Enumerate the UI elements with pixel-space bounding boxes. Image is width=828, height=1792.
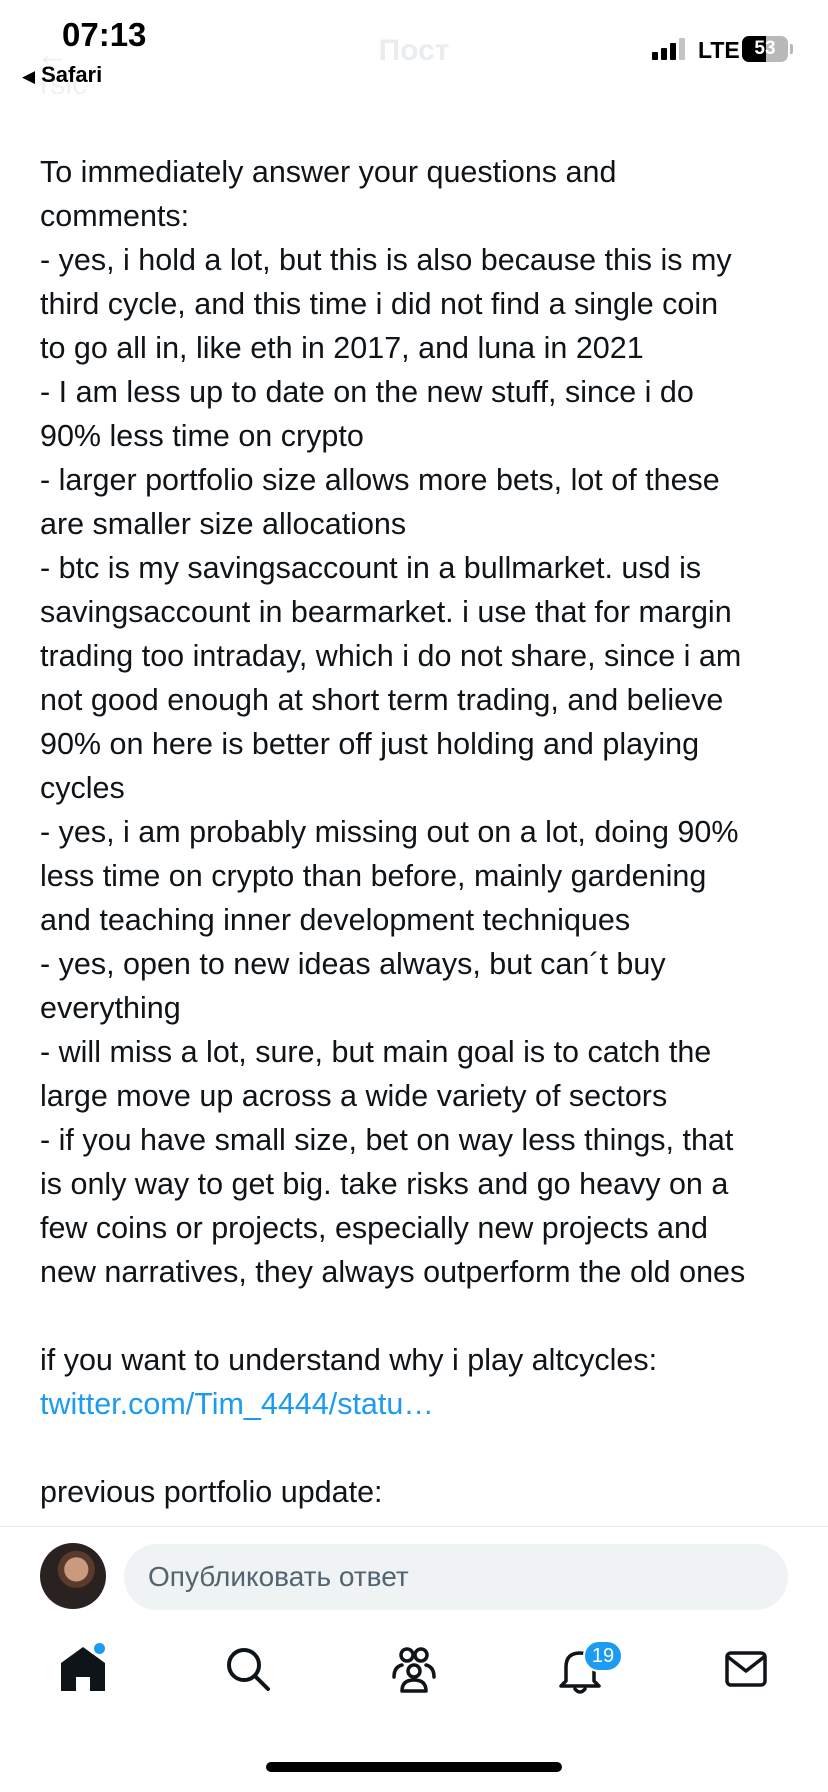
tweet-line: - yes, i am probably missing out on a lo… (40, 815, 739, 849)
tweet-line: cycles (40, 771, 125, 805)
tweet-line: less time on crypto than before, mainly … (40, 859, 707, 893)
back-to-app-link[interactable]: ◀ Safari (22, 62, 102, 88)
network-label: LTE (698, 37, 740, 63)
status-time: 07:13 (62, 16, 147, 53)
tab-communities[interactable] (386, 1641, 442, 1697)
battery-percent: 53 (754, 38, 776, 59)
tweet-line: - larger portfolio size allows more bets… (40, 463, 720, 497)
tweet-line: To immediately answer your questions and (40, 155, 617, 189)
tweet-line: large move up across a wide variety of s… (40, 1079, 668, 1113)
messages-icon (725, 1651, 767, 1687)
back-app-label: Safari (41, 62, 103, 87)
tweet-line: to go all in, like eth in 2017, and luna… (40, 331, 644, 365)
back-triangle-icon: ◀ (22, 67, 36, 86)
altcycles-link[interactable]: twitter.com/Tim_4444/statu… (40, 1387, 434, 1421)
tweet-line: comments: (40, 199, 190, 233)
tweet-line: are smaller size allocations (40, 507, 407, 541)
tweet-line: third cycle, and this time i did not fin… (40, 287, 719, 321)
tweet-line: savingsaccount in bearmarket. i use that… (40, 595, 732, 629)
new-content-dot (94, 1643, 105, 1654)
tweet-line: - yes, open to new ideas always, but can… (40, 947, 666, 981)
tweet-line: - will miss a lot, sure, but main goal i… (40, 1035, 712, 1069)
tweet-line: trading too intraday, which i do not sha… (40, 639, 742, 673)
altcycles-intro: if you want to understand why i play alt… (40, 1343, 658, 1377)
divider (0, 1526, 828, 1527)
tweet-line: few coins or projects, especially new pr… (40, 1211, 708, 1245)
home-indicator (266, 1762, 562, 1772)
tab-messages[interactable] (718, 1641, 774, 1697)
search-icon (227, 1648, 270, 1691)
tweet-line: is only way to get big. take risks and g… (40, 1167, 729, 1201)
avatar[interactable] (40, 1543, 106, 1609)
tweet-line: 90% on here is better off just holding a… (40, 727, 700, 761)
tweet-text: rsic To immediately answer your question… (40, 62, 800, 1526)
notifications-badge: 19 (583, 1640, 623, 1672)
tab-search[interactable] (220, 1641, 276, 1697)
tweet-line: not good enough at short term trading, a… (40, 683, 724, 717)
communities-icon (392, 1647, 436, 1693)
tweet-line: - if you have small size, bet on way les… (40, 1123, 734, 1157)
tweet-line: 90% less time on crypto (40, 419, 364, 453)
status-bar: ← Пост 07:13 ◀ Safari LTE 53 (0, 0, 828, 96)
battery-cap (790, 44, 793, 54)
tweet-line: everything (40, 991, 181, 1025)
tweet-line: new narratives, they always outperform t… (40, 1255, 746, 1289)
battery-icon: 53 (742, 36, 788, 62)
tweet-line: - yes, i hold a lot, but this is also be… (40, 243, 732, 277)
tweet-line: - btc is my savingsaccount in a bullmark… (40, 551, 702, 585)
tweet-line: - I am less up to date on the new stuff,… (40, 375, 694, 409)
previous-update-label: previous portfolio update: (40, 1475, 383, 1509)
reply-input[interactable] (124, 1544, 788, 1610)
tweet-lines: To immediately answer your questions and… (40, 150, 800, 1294)
tweet-line: and teaching inner development technique… (40, 903, 631, 937)
signal-icon (652, 38, 690, 60)
